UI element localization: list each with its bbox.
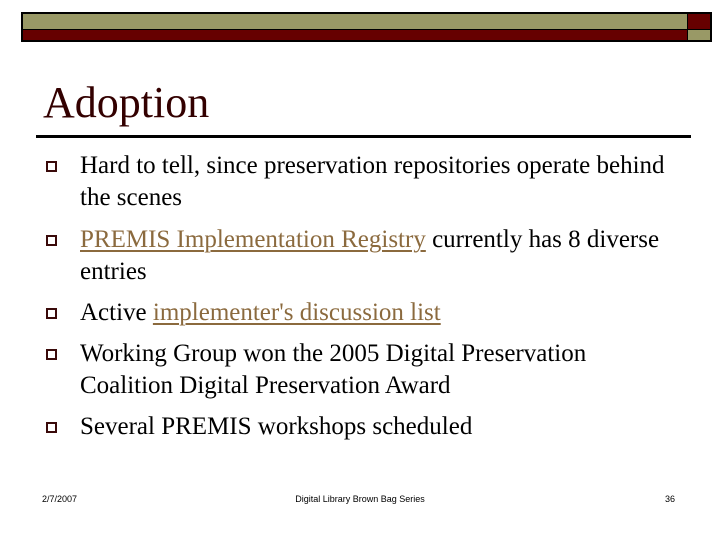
bullet-item: PREMIS Implementation Registry currently…: [46, 224, 680, 288]
footer-page-number: 36: [665, 494, 676, 504]
bullet-item: Active implementer's discussion list: [46, 297, 680, 329]
header-corner-olive-box: [688, 30, 710, 40]
premis-registry-link[interactable]: PREMIS Implementation Registry: [80, 226, 426, 253]
title-underline-rule: [36, 135, 691, 138]
header-olive-band: [23, 14, 687, 29]
header-decoration-bar: [21, 12, 712, 42]
header-red-band: [23, 30, 687, 40]
bullet-text: Working Group won the 2005 Digital Prese…: [80, 340, 587, 399]
header-corner-red-box: [688, 14, 710, 29]
hollow-square-bullet-icon: [46, 349, 57, 360]
hollow-square-bullet-icon: [46, 161, 57, 172]
slide-title: Adoption: [43, 78, 210, 127]
discussion-list-link[interactable]: implementer's discussion list: [153, 299, 441, 326]
hollow-square-bullet-icon: [46, 235, 57, 246]
bullet-text: Several PREMIS workshops scheduled: [80, 413, 473, 440]
bullet-item: Hard to tell, since preservation reposit…: [46, 150, 680, 214]
bullet-text: Active: [80, 299, 153, 326]
hollow-square-bullet-icon: [46, 422, 57, 433]
bullet-item: Working Group won the 2005 Digital Prese…: [46, 338, 680, 402]
hollow-square-bullet-icon: [46, 308, 57, 319]
bullet-text: Hard to tell, since preservation reposit…: [80, 152, 665, 211]
footer-series-title: Digital Library Brown Bag Series: [295, 494, 425, 504]
bullet-item: Several PREMIS workshops scheduled: [46, 411, 680, 443]
